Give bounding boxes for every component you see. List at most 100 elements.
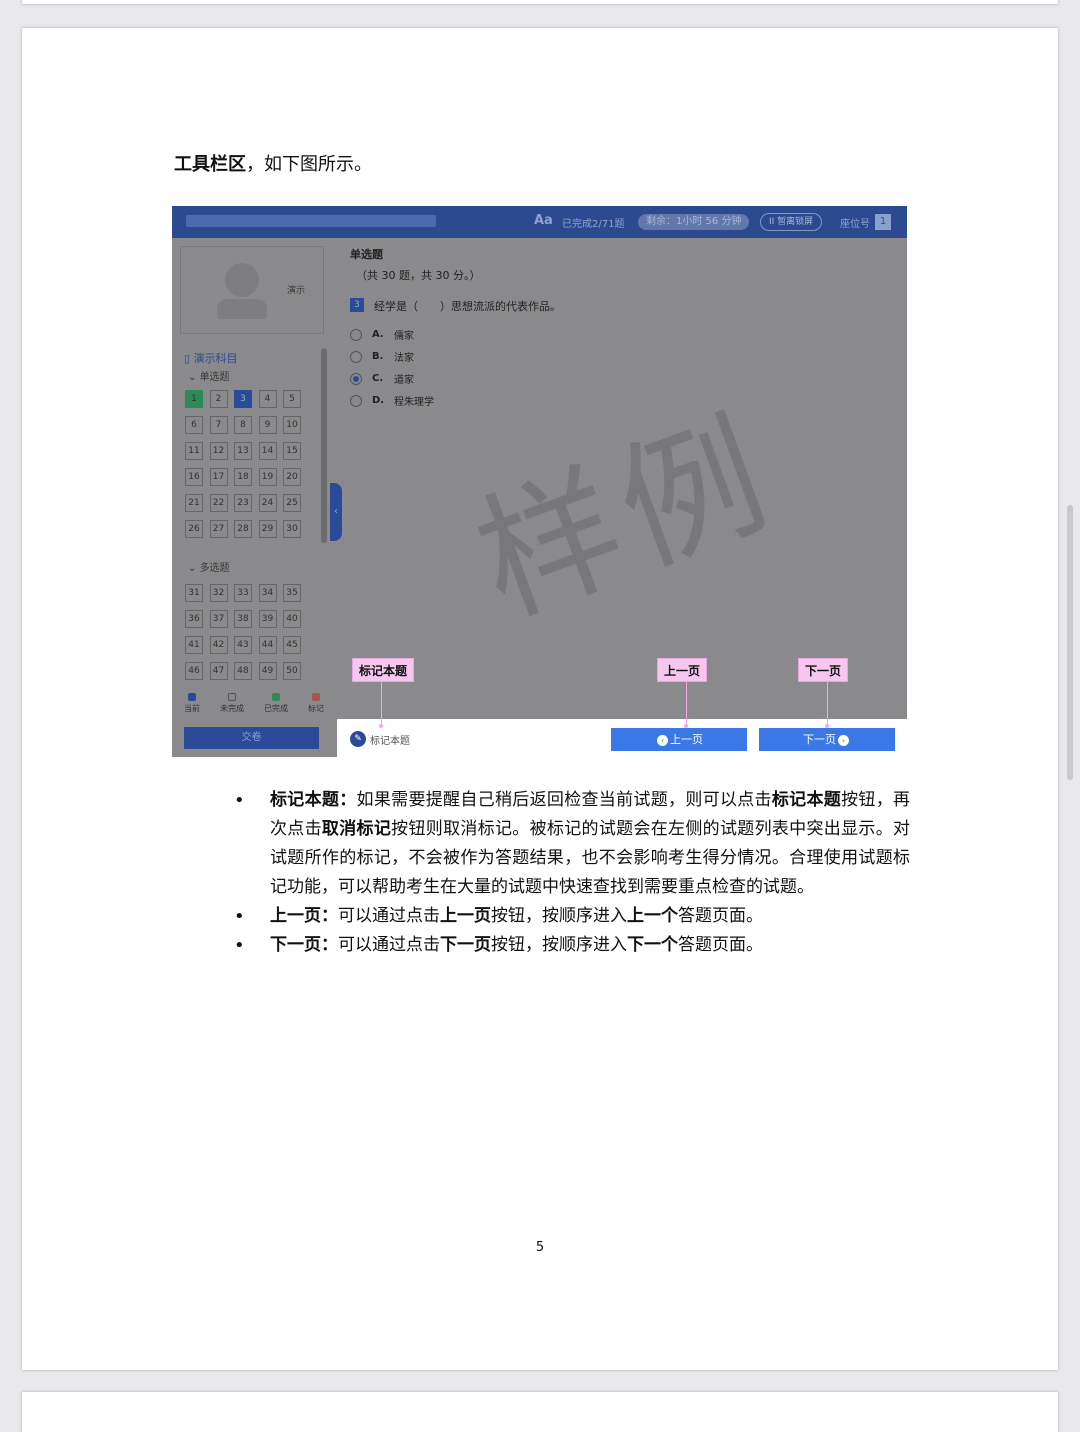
question-cell[interactable]: 50 (283, 662, 301, 680)
question-cell[interactable]: 42 (209, 636, 228, 654)
bold-term: 标记本题： (270, 790, 357, 810)
question-cell[interactable]: 1 (185, 390, 203, 408)
bullet-text: 答题页面。 (678, 935, 763, 955)
question-cell[interactable]: 22 (209, 494, 228, 512)
question-cell[interactable]: 3 (234, 390, 252, 408)
question-cell[interactable]: 47 (209, 662, 228, 680)
question-cell[interactable]: 10 (283, 416, 301, 434)
collapse-sidebar-button[interactable]: ‹ (330, 483, 342, 541)
question-cell[interactable]: 17 (209, 468, 228, 486)
question-cell[interactable]: 35 (283, 584, 301, 602)
legend-unfinished: 未完成 (220, 693, 244, 714)
section-heading: 工具栏区，如下图所示。 (174, 150, 372, 176)
question-cell[interactable]: 45 (283, 636, 301, 654)
question-cell[interactable]: 16 (185, 468, 203, 486)
radio-icon (350, 350, 362, 363)
subject-label: ▯ 演示科目 (184, 350, 238, 366)
radio-selected-icon (350, 372, 362, 385)
bold-term: 上一页： (270, 906, 338, 926)
avatar (225, 263, 259, 297)
mark-question-button[interactable]: ✎ 标记本题 (350, 731, 410, 747)
document-icon: ▯ (184, 352, 194, 365)
legend-marked: 标记 (308, 693, 324, 714)
callout-line-next (827, 682, 828, 726)
bold-term: 下一个 (627, 935, 678, 955)
bullet-text: 答题页面。 (678, 906, 763, 926)
question-cell[interactable]: 11 (185, 442, 203, 460)
option-c[interactable]: C. 道家 (350, 371, 414, 386)
question-cell[interactable]: 24 (258, 494, 277, 512)
option-a[interactable]: A. 儒家 (350, 327, 414, 342)
bold-term: 上一页 (440, 906, 491, 926)
question-cell[interactable]: 20 (283, 468, 301, 486)
bullet-text: 按钮，按顺序进入 (491, 906, 627, 926)
question-cell[interactable]: 15 (283, 442, 301, 460)
question-cell[interactable]: 21 (185, 494, 203, 512)
marked-swatch (312, 693, 320, 701)
bullet-text: 可以通过点击 (338, 906, 440, 926)
option-text: 儒家 (394, 331, 414, 342)
question-cell[interactable]: 14 (258, 442, 277, 460)
question-cell[interactable]: 32 (209, 584, 228, 602)
next-page-button[interactable]: 下一页 › (759, 728, 895, 751)
page-number: 5 (535, 1240, 545, 1255)
prev-page-button[interactable]: ‹ 上一页 (611, 728, 747, 751)
question-cell[interactable]: 9 (258, 416, 277, 434)
callout-dot-mark (379, 724, 383, 728)
question-cell[interactable]: 2 (209, 390, 228, 408)
question-cell[interactable]: 23 (234, 494, 252, 512)
question-grid-multi: 31 32 33 34 35 36 37 38 39 40 41 42 43 44 45 46 47 48 49 50 (185, 584, 310, 680)
section-multi-choice[interactable]: ⌄ 多选题 (188, 559, 230, 574)
question-cell[interactable]: 31 (185, 584, 203, 602)
feature-list: 标记本题：如果需要提醒自己稍后返回检查当前试题，则可以点击标记本题按钮，再次点击… (230, 786, 910, 960)
radio-icon (350, 394, 362, 407)
question-cell[interactable]: 43 (234, 636, 252, 654)
question-cell[interactable]: 30 (283, 520, 301, 538)
question-cell[interactable]: 4 (258, 390, 277, 408)
submit-exam-button[interactable]: 交卷 (184, 727, 319, 749)
question-cell[interactable]: 18 (234, 468, 252, 486)
question-cell[interactable]: 12 (209, 442, 228, 460)
question-cell[interactable]: 27 (209, 520, 228, 538)
question-cell[interactable]: 29 (258, 520, 277, 538)
legend-done: 已完成 (264, 693, 288, 714)
arrow-left-icon: ‹ (657, 734, 668, 746)
question-cell[interactable]: 28 (234, 520, 252, 538)
option-text: 程朱理学 (394, 397, 434, 408)
pin-icon: ✎ (350, 731, 366, 747)
section-single-choice[interactable]: ⌄ 单选题 (188, 368, 230, 383)
question-cell[interactable]: 41 (185, 636, 203, 654)
seat-number: 1 (875, 214, 891, 230)
question-cell[interactable]: 13 (234, 442, 252, 460)
question-cell[interactable]: 26 (185, 520, 203, 538)
question-cell[interactable]: 39 (258, 610, 277, 628)
question-cell[interactable]: 49 (258, 662, 277, 680)
question-cell[interactable]: 5 (283, 390, 301, 408)
question-cell[interactable]: 38 (234, 610, 252, 628)
viewer-scrollbar[interactable] (1067, 505, 1073, 780)
option-d[interactable]: D. 程朱理学 (350, 393, 434, 408)
question-cell[interactable]: 34 (258, 584, 277, 602)
blurred-exam-title (186, 215, 436, 227)
question-cell[interactable]: 8 (234, 416, 252, 434)
question-cell[interactable]: 37 (209, 610, 228, 628)
question-cell[interactable]: 40 (283, 610, 301, 628)
candidate-name: 演示 (287, 286, 306, 296)
pause-lock-button[interactable]: II 暂离锁屏 (760, 213, 823, 231)
question-cell[interactable]: 7 (209, 416, 228, 434)
question-cell[interactable]: 6 (185, 416, 203, 434)
question-cell[interactable]: 44 (258, 636, 277, 654)
question-cell[interactable]: 25 (283, 494, 301, 512)
option-text: 法家 (394, 353, 414, 364)
legend-label: 已完成 (264, 704, 288, 713)
question-cell[interactable]: 36 (185, 610, 203, 628)
question-cell[interactable]: 19 (258, 468, 277, 486)
question-cell[interactable]: 46 (185, 662, 203, 680)
mark-label: 标记本题 (370, 735, 410, 747)
bold-term: 上一个 (627, 906, 678, 926)
question-cell[interactable]: 33 (234, 584, 252, 602)
font-size-icon[interactable]: Aa (534, 213, 553, 228)
option-b[interactable]: B. 法家 (350, 349, 414, 364)
question-cell[interactable]: 48 (234, 662, 252, 680)
sidebar-scrollbar[interactable] (321, 348, 327, 543)
